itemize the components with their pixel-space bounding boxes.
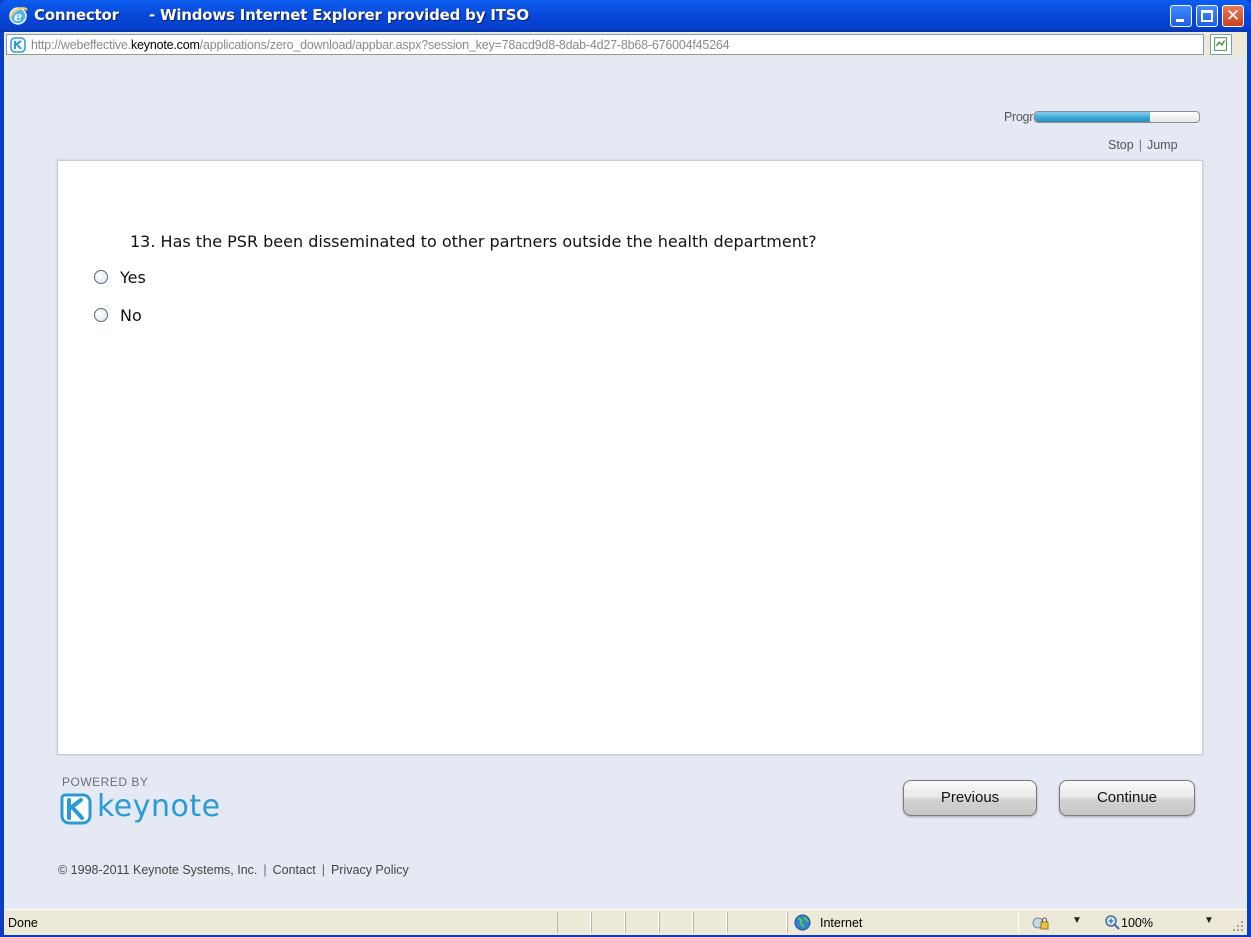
- status-text: Done: [8, 916, 38, 930]
- window-title: Connector - Windows Internet Explorer pr…: [34, 6, 529, 24]
- logo-text: keynote: [97, 789, 221, 824]
- url-field[interactable]: http://webeffective.keynote.com/applicat…: [6, 34, 1204, 55]
- zone-text: Internet: [820, 916, 863, 930]
- address-bar: http://webeffective.keynote.com/applicat…: [4, 32, 1247, 57]
- radio-yes[interactable]: [94, 269, 108, 284]
- separator: |: [263, 863, 267, 877]
- radio-no[interactable]: [94, 307, 108, 322]
- minimize-button[interactable]: [1170, 5, 1192, 27]
- url-domain: keynote.com: [131, 38, 200, 52]
- powered-by-label: POWERED BY: [62, 775, 149, 789]
- svg-text:e: e: [14, 10, 22, 25]
- status-pane: [693, 912, 727, 933]
- page-content: Progress Stop | Jump 13. Has the PSR been …: [4, 57, 1247, 909]
- option-yes[interactable]: Yes: [94, 268, 146, 290]
- previous-button[interactable]: Previous: [903, 780, 1037, 816]
- stop-link[interactable]: Stop: [1108, 138, 1134, 152]
- maximize-button[interactable]: [1196, 5, 1218, 27]
- zoom-icon[interactable]: [1104, 914, 1120, 930]
- close-icon: ✕: [1225, 6, 1241, 26]
- separator: |: [1138, 138, 1142, 152]
- url-prefix: http://webeffective.: [31, 38, 131, 52]
- status-pane: [727, 912, 787, 933]
- continue-button[interactable]: Continue: [1059, 780, 1195, 816]
- ie-icon: e: [9, 7, 28, 25]
- contact-link[interactable]: Contact: [273, 863, 316, 877]
- stop-jump-links: Stop | Jump: [1108, 138, 1178, 152]
- separator: |: [321, 863, 325, 877]
- chevron-down-icon[interactable]: ▼: [1204, 915, 1214, 926]
- protected-mode-icon[interactable]: [1032, 915, 1050, 931]
- title-bar[interactable]: e Connector - Windows Internet Explorer …: [0, 0, 1251, 32]
- zoom-level[interactable]: 100%: [1121, 916, 1153, 930]
- privacy-policy-link[interactable]: Privacy Policy: [331, 863, 409, 877]
- progress-bar: [1034, 111, 1200, 123]
- progress-label: Progress: [1004, 110, 1052, 124]
- browser-window: e Connector - Windows Internet Explorer …: [0, 0, 1251, 937]
- jump-link[interactable]: Jump: [1147, 138, 1178, 152]
- globe-icon: [794, 914, 811, 931]
- url-path: /applications/zero_download/appbar.aspx?…: [199, 38, 730, 52]
- status-bar: Done Internet ▼ 100% ▼: [4, 909, 1247, 935]
- footer-links: © 1998-2011 Keynote Systems, Inc. | Contac…: [58, 863, 409, 877]
- status-pane: [659, 912, 693, 933]
- chevron-down-icon[interactable]: ▼: [1072, 915, 1082, 926]
- survey-panel: 13. Has the PSR been disseminated to oth…: [57, 160, 1203, 755]
- option-label: No: [120, 306, 142, 325]
- status-pane: [625, 912, 659, 933]
- option-label: Yes: [120, 268, 146, 287]
- url-text: http://webeffective.keynote.com/applicat…: [31, 38, 730, 52]
- maximize-icon: [1201, 10, 1213, 22]
- question-text: 13. Has the PSR been disseminated to oth…: [130, 232, 817, 251]
- keynote-logo[interactable]: keynote: [59, 789, 221, 831]
- resize-grip-icon[interactable]: [1232, 920, 1244, 932]
- progress-fill: [1035, 112, 1150, 122]
- option-no[interactable]: No: [94, 306, 142, 328]
- compatibility-view-icon[interactable]: [1210, 34, 1232, 55]
- copyright-text: © 1998-2011 Keynote Systems, Inc.: [58, 863, 258, 877]
- keynote-favicon-icon: [10, 37, 26, 53]
- minimize-icon: [1176, 19, 1184, 22]
- keynote-logo-icon: [60, 793, 92, 824]
- close-button[interactable]: ✕: [1222, 5, 1244, 27]
- status-pane: [557, 912, 591, 933]
- status-pane: [591, 912, 625, 933]
